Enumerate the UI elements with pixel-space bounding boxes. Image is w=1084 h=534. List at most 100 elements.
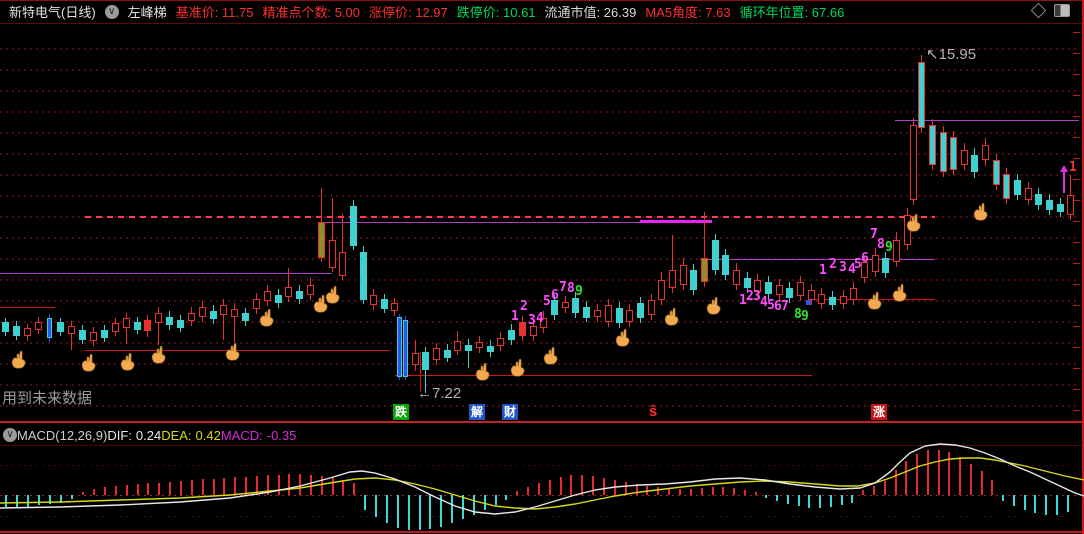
candle[interactable]: [403, 320, 408, 377]
candle[interactable]: [155, 313, 162, 323]
candle[interactable]: [829, 297, 836, 305]
candle[interactable]: [13, 326, 20, 336]
candle[interactable]: [690, 270, 697, 290]
candle[interactable]: [701, 258, 708, 282]
candle[interactable]: [940, 132, 947, 172]
candle[interactable]: [476, 342, 483, 348]
candle[interactable]: [188, 313, 195, 321]
candle[interactable]: [264, 291, 271, 301]
candle[interactable]: [454, 341, 461, 351]
candle[interactable]: [79, 330, 86, 340]
candle[interactable]: [166, 317, 173, 325]
candle[interactable]: [1014, 180, 1021, 195]
candle[interactable]: [971, 155, 978, 172]
candle[interactable]: [993, 160, 1000, 185]
candle[interactable]: [90, 332, 97, 341]
candle[interactable]: [2, 322, 9, 332]
candle[interactable]: [840, 296, 847, 304]
candle[interactable]: [199, 307, 206, 317]
candle[interactable]: [680, 265, 687, 285]
candle[interactable]: [47, 318, 52, 338]
candle[interactable]: [594, 310, 601, 317]
candle[interactable]: [648, 300, 655, 315]
candle[interactable]: [1046, 200, 1053, 210]
candle[interactable]: [637, 303, 644, 318]
candle[interactable]: [808, 290, 815, 300]
candle[interactable]: [134, 322, 141, 330]
candle[interactable]: [487, 346, 494, 352]
candle[interactable]: [112, 323, 119, 332]
candle[interactable]: [275, 295, 282, 303]
candle[interactable]: [57, 322, 64, 332]
candle[interactable]: [950, 137, 957, 170]
candle[interactable]: [242, 313, 249, 321]
candle[interactable]: [658, 280, 665, 300]
candle[interactable]: [433, 348, 440, 360]
candle[interactable]: [220, 305, 227, 315]
candle[interactable]: [422, 352, 429, 370]
macd-indicator-label[interactable]: MACD(12,26,9): [17, 428, 107, 443]
candle[interactable]: [101, 330, 108, 338]
main-chart-area[interactable]: 1 2 3 4 5 6 7 8 9 1 2 3 4 5 6 7 8 9 1 2 3 4 5 6 7 8 9 1 ↖15.95 ←7.22 跌…: [0, 0, 1084, 534]
candle[interactable]: [918, 62, 925, 128]
candle[interactable]: [444, 350, 451, 358]
candle[interactable]: [1003, 174, 1010, 199]
candle[interactable]: [572, 298, 579, 313]
candle[interactable]: [872, 255, 879, 272]
candle[interactable]: [712, 240, 719, 270]
candle[interactable]: [391, 303, 398, 311]
candle[interactable]: [893, 240, 900, 262]
candle[interactable]: [722, 255, 729, 275]
candle[interactable]: [144, 320, 151, 331]
candle[interactable]: [508, 330, 515, 340]
candle[interactable]: [497, 338, 504, 346]
candle[interactable]: [329, 240, 336, 268]
candle[interactable]: [231, 309, 238, 317]
candle[interactable]: [381, 299, 388, 309]
candle[interactable]: [797, 282, 804, 296]
candle[interactable]: [1025, 188, 1032, 200]
candle[interactable]: [765, 282, 772, 294]
candle[interactable]: [744, 278, 751, 288]
candle[interactable]: [583, 307, 590, 318]
macd-histogram-bar: [484, 495, 486, 510]
candle[interactable]: [35, 322, 42, 330]
candle[interactable]: [177, 320, 184, 328]
macd-histogram-bar: [169, 482, 171, 495]
candle[interactable]: [882, 258, 889, 273]
candle[interactable]: [339, 252, 346, 276]
candle[interactable]: [412, 353, 419, 365]
candle[interactable]: [910, 125, 917, 200]
candle[interactable]: [285, 287, 292, 297]
candle[interactable]: [669, 270, 676, 288]
candle[interactable]: [1035, 194, 1042, 205]
candle[interactable]: [360, 252, 367, 300]
candle[interactable]: [350, 206, 357, 246]
candle[interactable]: [961, 150, 968, 165]
candle[interactable]: [616, 308, 623, 323]
candle[interactable]: [929, 125, 936, 165]
candle[interactable]: [626, 310, 633, 322]
candle[interactable]: [318, 222, 325, 258]
candle[interactable]: [68, 326, 75, 334]
chevron-down-circle-icon[interactable]: ∨: [3, 428, 17, 442]
candle[interactable]: [397, 317, 402, 377]
candle[interactable]: [982, 145, 989, 160]
candle[interactable]: [1067, 195, 1074, 215]
candle[interactable]: [123, 318, 130, 328]
candle[interactable]: [296, 291, 303, 299]
candle[interactable]: [465, 345, 472, 351]
candle[interactable]: [776, 285, 783, 295]
candle[interactable]: [605, 305, 612, 322]
candle[interactable]: [210, 311, 217, 319]
candle[interactable]: [818, 294, 825, 304]
candle[interactable]: [370, 295, 377, 305]
candle[interactable]: [24, 328, 31, 336]
candle[interactable]: [519, 322, 526, 336]
candle[interactable]: [786, 288, 793, 298]
candle[interactable]: [562, 302, 569, 308]
candle[interactable]: [1057, 204, 1064, 212]
axis-tick: [1073, 179, 1080, 180]
candle[interactable]: [850, 288, 857, 300]
candle[interactable]: [733, 270, 740, 285]
